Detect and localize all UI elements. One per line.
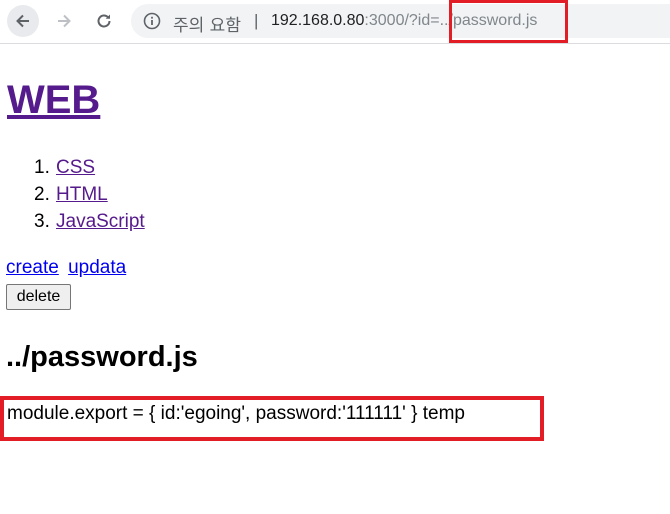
topic-link-html[interactable]: HTML [56,184,108,205]
topic-link-javascript[interactable]: JavaScript [56,211,145,232]
list-number: 3. [34,211,50,232]
reload-icon [97,14,111,28]
page-title: WEB [7,76,100,124]
back-button[interactable] [7,5,39,37]
info-icon[interactable] [143,12,161,30]
delete-button[interactable]: delete [6,284,71,310]
url-host: 192.168.0.80 [271,12,365,29]
reload-button[interactable] [88,5,120,37]
forward-button[interactable] [48,5,80,37]
list-number: 2. [34,184,50,205]
security-warning-label[interactable]: 주의 요함 [173,11,241,36]
content-highlight-box [0,396,544,441]
forward-arrow-icon [58,14,71,28]
list-item: 1. CSS [34,154,145,181]
back-arrow-icon [16,14,29,28]
url-separator: | [254,11,259,30]
home-link[interactable]: WEB [7,78,100,122]
list-item: 3. JavaScript [34,208,145,235]
address-bar[interactable]: 주의 요함 | 192.168.0.80:3000/?id=../passwor… [131,4,670,38]
list-number: 1. [34,157,50,178]
create-link[interactable]: create [6,257,59,278]
document-title: ../password.js [6,341,198,373]
topic-link-css[interactable]: CSS [56,157,95,178]
topic-list: 1. CSS 2. HTML 3. JavaScript [34,154,145,235]
browser-toolbar: 주의 요함 | 192.168.0.80:3000/?id=../passwor… [0,0,670,44]
update-link[interactable]: updata [68,257,126,278]
action-links: create updata [6,257,130,279]
list-item: 2. HTML [34,181,145,208]
url-highlight-box [449,0,568,43]
